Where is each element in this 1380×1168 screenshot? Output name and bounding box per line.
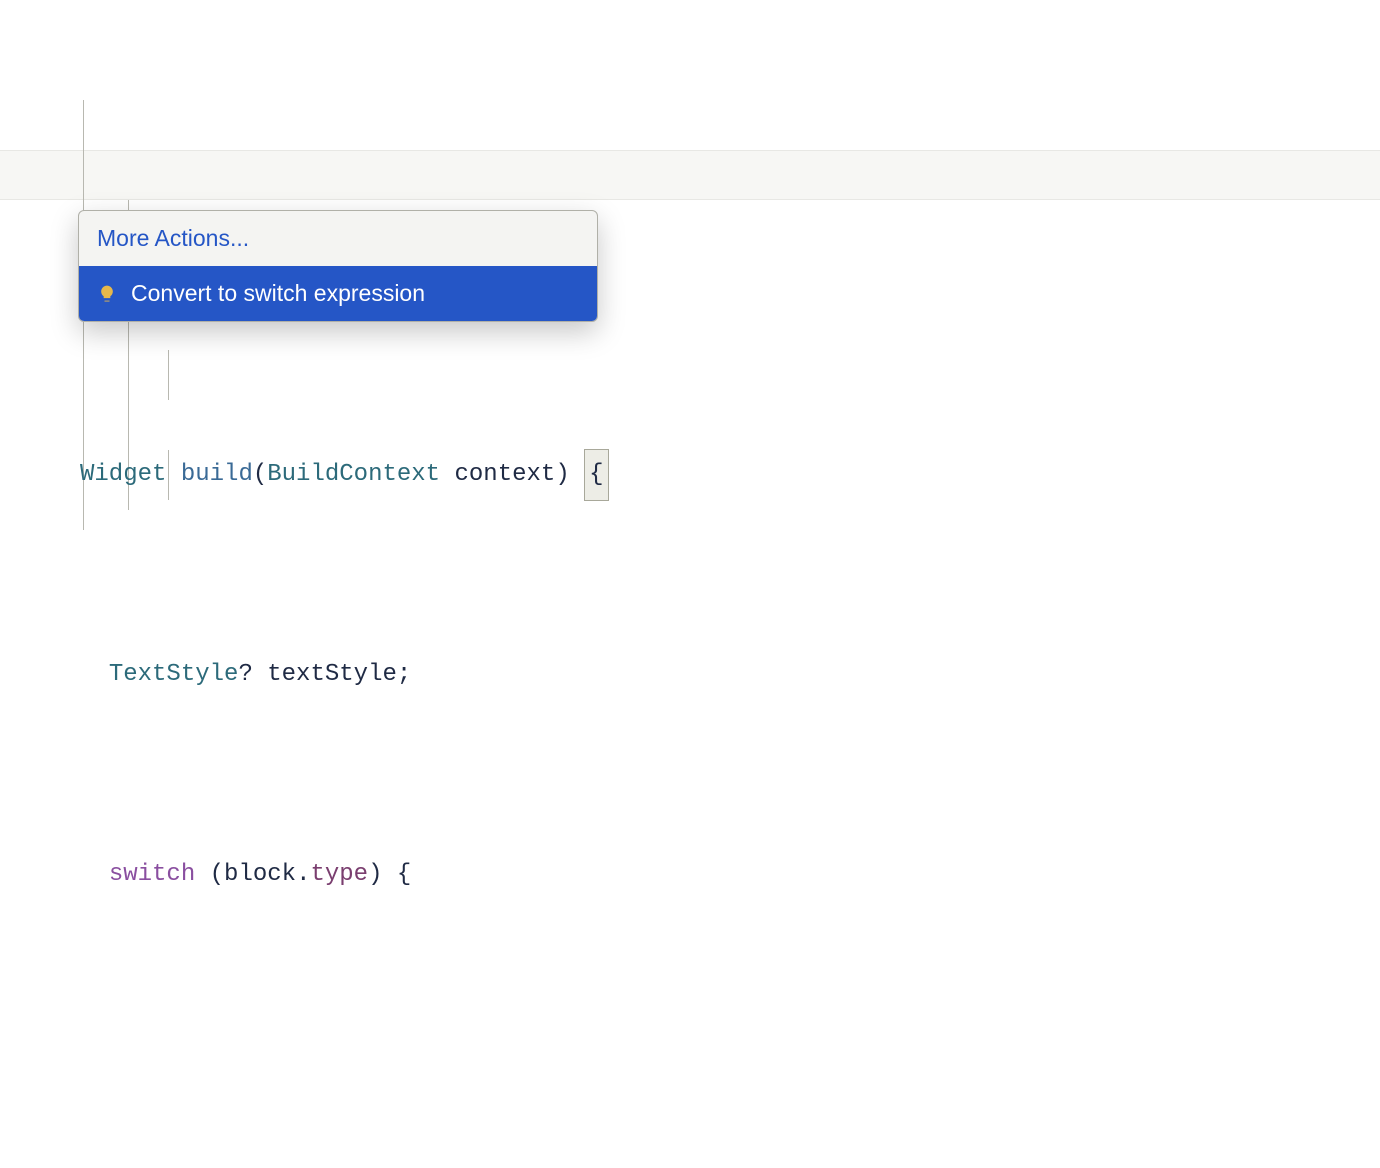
code-line[interactable]: Widget build(BuildContext context) { [80, 450, 1380, 500]
identifier: block [224, 850, 296, 900]
type-name: BuildContext [267, 450, 454, 500]
property: type [310, 850, 368, 900]
popup-more-actions[interactable]: More Actions... [79, 211, 597, 266]
type-name: Widget [80, 450, 181, 500]
identifier: context [454, 450, 555, 500]
punct: ) [555, 450, 569, 500]
popup-item-convert-switch-expression[interactable]: Convert to switch expression [79, 266, 597, 321]
punct: ? [238, 650, 252, 700]
matched-brace: { [584, 449, 608, 501]
lightbulb-icon [97, 284, 117, 304]
punct: ) [368, 850, 382, 900]
code-line[interactable]: switch (block.type) { [80, 850, 1380, 900]
keyword: switch [109, 850, 195, 900]
editor-gutter [0, 0, 80, 584]
code-line[interactable]: TextStyle? textStyle; [80, 650, 1380, 700]
punct: { [397, 850, 411, 900]
popup-item-label: Convert to switch expression [131, 280, 425, 307]
intention-popup: More Actions... Convert to switch expres… [78, 210, 598, 322]
identifier: textStyle [267, 650, 397, 700]
code-editor[interactable]: @override Widget build(BuildContext cont… [80, 0, 1380, 1168]
code-line[interactable] [80, 1050, 1380, 1100]
space [570, 450, 584, 500]
punct: . [296, 850, 310, 900]
popup-header-label: More Actions... [97, 225, 249, 251]
indent [80, 850, 109, 900]
space [253, 650, 267, 700]
punct: ( [253, 450, 267, 500]
punct: ( [210, 850, 224, 900]
space [382, 850, 396, 900]
type-name: TextStyle [109, 650, 239, 700]
indent [80, 650, 109, 700]
method-name: build [181, 450, 253, 500]
punct: ; [397, 650, 411, 700]
space [195, 850, 209, 900]
